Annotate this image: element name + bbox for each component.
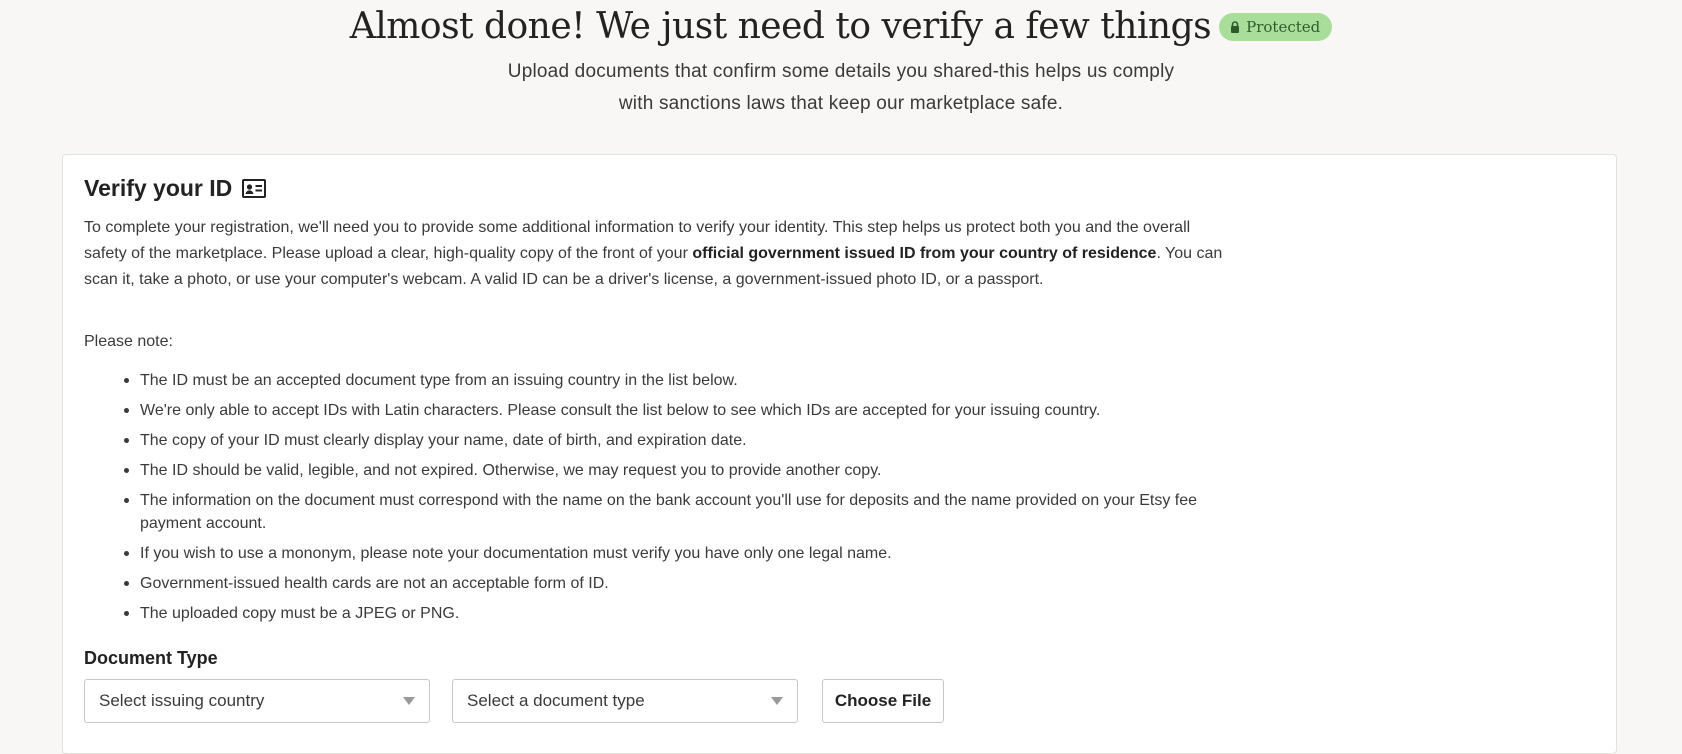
protected-badge-label: Protected (1246, 17, 1321, 36)
title-row: Almost done! We just need to verify a fe… (0, 6, 1682, 47)
list-item: The ID must be an accepted document type… (124, 369, 1234, 392)
document-type-label: Document Type (84, 648, 218, 668)
chevron-down-icon (403, 697, 415, 705)
protected-badge: Protected (1219, 12, 1333, 41)
list-item: The uploaded copy must be a JPEG or PNG. (124, 602, 1234, 625)
choose-file-button[interactable]: Choose File (822, 679, 944, 723)
requirements-list: The ID must be an accepted document type… (124, 369, 1234, 632)
chevron-down-icon (771, 697, 783, 705)
list-item: We're only able to accept IDs with Latin… (124, 399, 1234, 422)
document-type-select[interactable]: Select a document type (452, 679, 798, 723)
section-title-label: Verify your ID (84, 175, 233, 201)
list-item: If you wish to use a mononym, please not… (124, 542, 1234, 565)
list-item: The ID should be valid, legible, and not… (124, 459, 1234, 482)
page-title: Almost done! We just need to verify a fe… (349, 6, 1212, 47)
verify-id-card: Verify your ID To complete your registra… (62, 154, 1617, 754)
lock-icon (1231, 20, 1240, 33)
intro-emphasis: official government issued ID from your … (692, 245, 1157, 262)
subtitle-line-1: Upload documents that confirm some detai… (507, 61, 1175, 82)
page-subtitle: Upload documents that confirm some detai… (0, 56, 1682, 120)
list-item: The information on the document must cor… (124, 489, 1234, 535)
issuing-country-value: Select issuing country (99, 691, 265, 710)
document-type-value: Select a document type (467, 691, 645, 710)
section-title: Verify your ID (84, 175, 267, 202)
note-label: Please note: (84, 333, 173, 350)
issuing-country-select[interactable]: Select issuing country (84, 679, 430, 723)
intro-paragraph: To complete your registration, we'll nee… (84, 215, 1234, 293)
subtitle-line-2: with sanctions laws that keep our market… (618, 93, 1064, 114)
list-item: Government-issued health cards are not a… (124, 572, 1234, 595)
list-item: The copy of your ID must clearly display… (124, 429, 1234, 452)
id-card-icon (242, 179, 267, 198)
